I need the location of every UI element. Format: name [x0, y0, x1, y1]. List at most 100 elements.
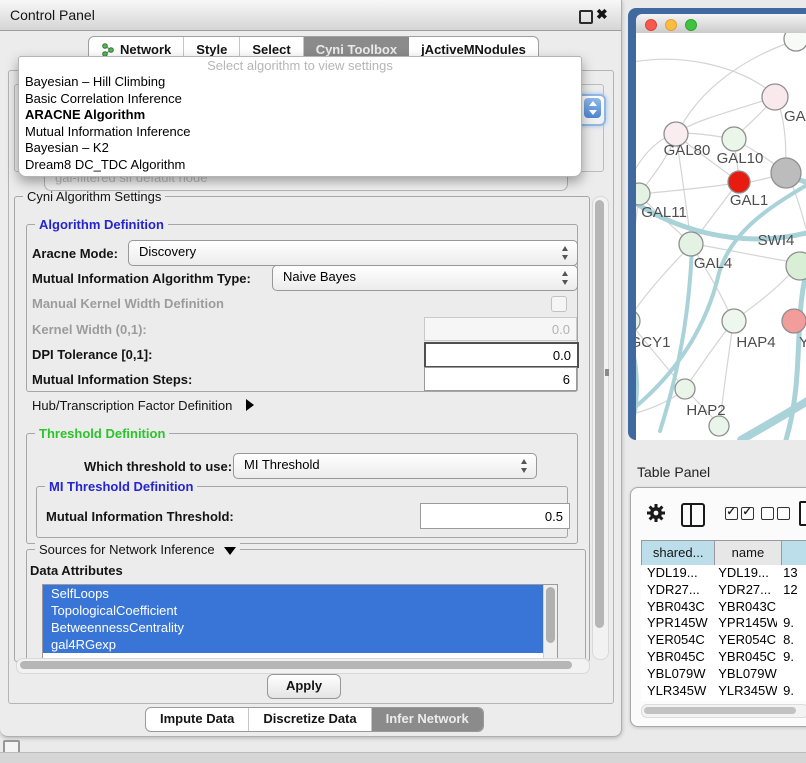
network-node[interactable]	[675, 379, 695, 399]
which-threshold-value: MI Threshold	[244, 457, 320, 472]
network-node[interactable]	[782, 309, 806, 333]
table-row[interactable]: YIL052CYIL052C0	[641, 699, 806, 701]
table-cell: YPR145W	[712, 615, 777, 632]
table-row[interactable]: YLR345WYLR345W9.	[641, 683, 806, 700]
scrollbar-thumb[interactable]	[595, 200, 604, 628]
table-row[interactable]: YDL19...YDL19...13	[641, 565, 806, 582]
algorithm-option[interactable]: ARACNE Algorithm	[19, 107, 581, 124]
network-node-label: GAL	[784, 108, 806, 125]
mi-threshold-label: Mutual Information Threshold:	[46, 509, 234, 524]
algorithm-option[interactable]: Basic Correlation Inference	[19, 91, 581, 108]
table-header-cell[interactable]	[782, 541, 806, 566]
hub-definition-expander[interactable]: Hub/Transcription Factor Definition	[32, 398, 254, 413]
network-node[interactable]	[784, 33, 806, 51]
tab-impute-data[interactable]: Impute Data	[146, 708, 249, 731]
scrollbar-thumb[interactable]	[644, 707, 796, 714]
mi-steps-field[interactable]	[424, 367, 577, 391]
aracne-mode-combo[interactable]: Discovery	[128, 240, 578, 266]
dpi-tolerance-field[interactable]	[424, 342, 579, 368]
network-node[interactable]	[771, 158, 801, 188]
gear-icon[interactable]	[645, 502, 667, 524]
algorithm-definition-title: Algorithm Definition	[35, 217, 168, 232]
spinner-icon	[519, 458, 530, 474]
split-view-icon[interactable]	[681, 503, 705, 527]
table-row[interactable]: YPR145WYPR145W9.	[641, 615, 806, 632]
table-header-cell[interactable]: shared...	[642, 541, 715, 566]
kernel-width-field[interactable]	[424, 317, 577, 341]
algorithm-option[interactable]: Bayesian – K2	[19, 140, 581, 157]
panel-title: Control Panel	[10, 7, 95, 23]
window-close-button[interactable]	[645, 19, 657, 31]
network-node[interactable]	[722, 127, 746, 151]
attribute-list-item[interactable]: gal4RGexp	[43, 636, 557, 653]
attribute-list-item[interactable]: BetweennessCentrality	[43, 619, 557, 636]
table-cell	[777, 599, 806, 616]
apply-button[interactable]: Apply	[267, 674, 341, 699]
network-edge	[741, 397, 806, 440]
manual-kernel-checkbox[interactable]	[551, 296, 567, 312]
network-svg: GALGAL80GAL10GAL1GAL11SWI4GAL4GCY1HAP4YH…	[636, 33, 806, 440]
table-cell: 9.	[777, 683, 806, 700]
select-all-icon[interactable]	[725, 507, 754, 520]
deselect-all-icon[interactable]	[761, 507, 790, 520]
window-minimize-button[interactable]	[665, 19, 677, 31]
table-cell: YPR145W	[641, 615, 712, 632]
network-window-titlebar[interactable]	[636, 14, 806, 34]
scrollbar-thumb[interactable]	[546, 587, 555, 643]
table-cell: YBL079W	[712, 666, 777, 683]
table-row[interactable]: YER054CYER054C8.	[641, 632, 806, 649]
algorithm-option-list: Bayesian – Hill ClimbingBasic Correlatio…	[19, 74, 581, 173]
algorithm-option[interactable]: Mutual Information Inference	[19, 124, 581, 141]
table-header-cell[interactable]: name	[715, 541, 781, 566]
table-row[interactable]: YDR27...YDR27...12	[641, 582, 806, 599]
network-node[interactable]	[722, 309, 746, 333]
collapse-down-icon	[224, 547, 236, 555]
data-attributes-list[interactable]: SelfLoopsTopologicalCoefficientBetweenne…	[42, 584, 558, 659]
table-row[interactable]: YBR043CYBR043C	[641, 599, 806, 616]
document-icon[interactable]	[799, 501, 806, 526]
mi-algorithm-type-combo[interactable]: Naive Bayes	[272, 265, 578, 291]
mi-threshold-field[interactable]	[420, 503, 570, 529]
threshold-definition-title: Threshold Definition	[35, 426, 169, 441]
attributes-scrollbar[interactable]	[543, 585, 557, 658]
algorithm-option[interactable]: Bayesian – Hill Climbing	[19, 74, 581, 91]
spinner-icon	[560, 270, 571, 286]
algorithm-option[interactable]: Dream8 DC_TDC Algorithm	[19, 157, 581, 174]
table-cell: YDR27...	[712, 582, 777, 599]
network-node[interactable]	[636, 183, 650, 205]
table-cell: YDL19...	[712, 565, 777, 582]
attribute-list-item[interactable]: TopologicalCoefficient	[43, 602, 557, 619]
spinner-icon	[584, 98, 601, 118]
table-horizontal-scrollbar[interactable]	[641, 704, 806, 718]
tab-infer-network[interactable]: Infer Network	[372, 708, 483, 731]
which-threshold-combo[interactable]: MI Threshold	[233, 453, 537, 479]
network-node[interactable]	[728, 171, 750, 193]
table-cell: YIL052C	[641, 699, 712, 701]
network-edge	[636, 246, 690, 319]
control-panel-window: Control Panel ✖ Network Style Select	[0, 0, 622, 737]
attribute-list-item[interactable]: SelfLoops	[43, 585, 557, 602]
table-row[interactable]: YBL079WYBL079W	[641, 666, 806, 683]
close-button[interactable]: ✖	[596, 6, 608, 23]
table-row[interactable]: YBR045CYBR045C9.	[641, 649, 806, 666]
spinner-icon	[560, 245, 571, 261]
network-node[interactable]	[679, 232, 703, 256]
table-cell: 12	[777, 582, 806, 599]
network-edge	[680, 97, 775, 131]
network-node[interactable]	[709, 416, 729, 436]
float-window-button[interactable]	[579, 10, 593, 24]
table-cell: YER054C	[712, 632, 777, 649]
scrollbar-thumb[interactable]	[20, 661, 572, 669]
table-body: YDL19...YDL19...13YDR27...YDR27...12YBR0…	[641, 565, 806, 701]
sources-collapse-header[interactable]: Sources for Network Inference	[35, 542, 240, 557]
splitter-handle[interactable]	[605, 369, 609, 376]
network-edge	[642, 183, 737, 194]
network-node[interactable]	[636, 310, 640, 332]
network-node[interactable]	[762, 84, 788, 110]
settings-vertical-scrollbar[interactable]	[592, 196, 609, 660]
tab-discretize-data[interactable]: Discretize Data	[249, 708, 371, 731]
settings-horizontal-scrollbar[interactable]	[16, 658, 590, 674]
status-strip	[0, 752, 806, 763]
network-canvas[interactable]: GALGAL80GAL10GAL1GAL11SWI4GAL4GCY1HAP4YH…	[636, 33, 806, 440]
window-zoom-button[interactable]	[685, 19, 697, 31]
